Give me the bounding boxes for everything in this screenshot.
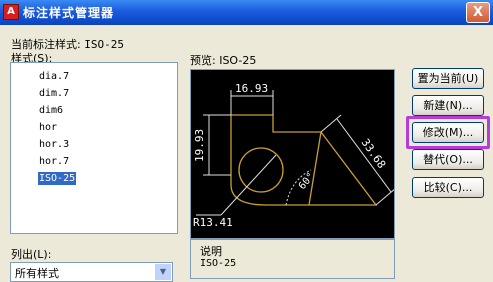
modify-button[interactable]: 修改(M)... [412, 122, 484, 143]
list-filter-label: 列出(L): [11, 248, 52, 261]
hole-circle [238, 147, 284, 193]
current-style-value: ISO-25 [84, 38, 124, 51]
description-box: 说明 ISO-25 [190, 239, 395, 279]
preview-pane: 16.93 19.93 33.68 60° R13.41 [190, 69, 397, 239]
title-bar[interactable]: A 标注样式管理器 X [0, 0, 493, 25]
dim-radius-text: R13.41 [193, 216, 233, 229]
autocad-app-icon: A [3, 4, 19, 20]
chevron-down-icon[interactable]: ▼ [155, 264, 171, 280]
set-current-button[interactable]: 置为当前(U) [412, 68, 484, 89]
style-item-iso-25[interactable]: ISO-25 [38, 172, 77, 185]
description-label: 说明 [200, 245, 222, 258]
new-button[interactable]: 新建(N)... [412, 95, 484, 116]
close-button[interactable]: X [466, 2, 490, 23]
style-item-hor-7[interactable]: hor.7 [38, 155, 70, 168]
override-button[interactable]: 替代(O)... [412, 149, 484, 170]
window-title: 标注样式管理器 [23, 6, 115, 20]
dim-left-text: 19.93 [193, 129, 206, 162]
style-item-dim6[interactable]: dim6 [38, 104, 64, 117]
slant-edge [308, 131, 322, 206]
dim-top-text: 16.93 [235, 82, 268, 95]
dimension-preview-drawing: 16.93 19.93 33.68 60° R13.41 [193, 82, 397, 229]
style-item-hor-3[interactable]: hor.3 [38, 138, 70, 151]
style-item-dia-7[interactable]: dia.7 [38, 70, 70, 83]
preview-label: 预览: ISO-25 [190, 54, 257, 67]
style-item-hor[interactable]: hor [38, 121, 58, 134]
style-list[interactable]: dia.7 dim.7 dim6 hor hor.3 hor.7 ISO-25 [10, 62, 178, 234]
list-filter-select[interactable]: 所有样式 ▼ [10, 262, 173, 282]
description-value: ISO-25 [200, 258, 237, 269]
compare-button[interactable]: 比较(C)... [412, 177, 484, 198]
list-filter-value: 所有样式 [15, 267, 59, 280]
style-item-dim-7[interactable]: dim.7 [38, 87, 70, 100]
